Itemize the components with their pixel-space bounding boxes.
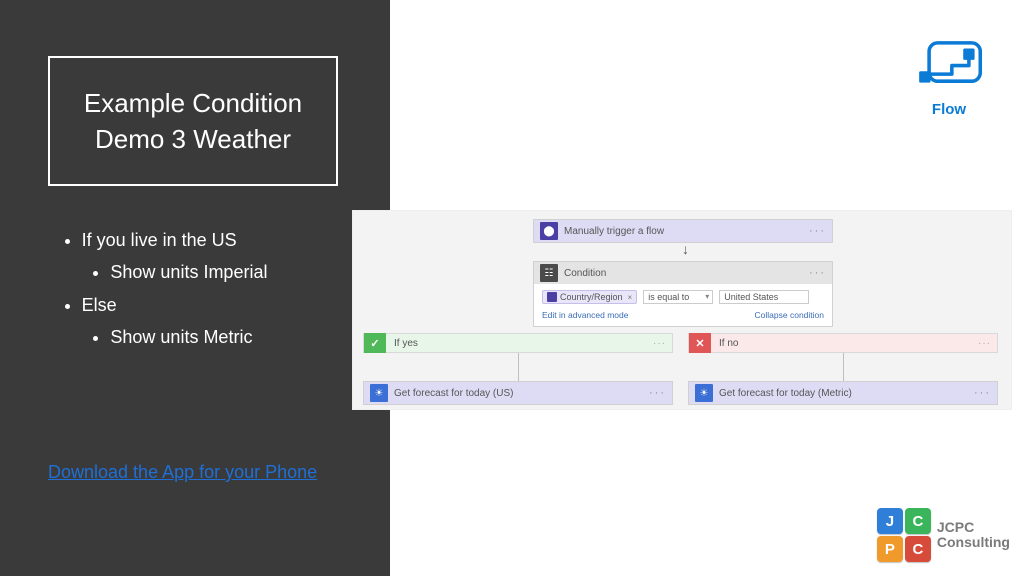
- if-yes-label: If yes: [386, 338, 653, 349]
- no-action-card[interactable]: ☀ Get forecast for today (Metric) ···: [688, 381, 998, 405]
- condition-title: Condition: [564, 268, 809, 279]
- jcpc-logo-text: JCPC Consulting: [937, 520, 1010, 549]
- yes-connector: [518, 353, 519, 381]
- bullet-2-text: Else: [82, 295, 117, 315]
- jcpc-tile-c1: C: [905, 508, 931, 534]
- bullet-1a: Show units Imperial: [110, 256, 267, 288]
- pill-remove-icon[interactable]: ×: [628, 293, 633, 302]
- no-action-title: Get forecast for today (Metric): [719, 388, 974, 399]
- if-no-menu[interactable]: ···: [978, 338, 997, 349]
- flow-designer-canvas: ⬤ Manually trigger a flow ··· ↓ ☷ Condit…: [352, 210, 1012, 410]
- connector-arrow-icon: ↓: [682, 241, 689, 257]
- slide: Example Condition Demo 3 Weather If you …: [0, 0, 1024, 576]
- yes-action-menu[interactable]: ···: [649, 387, 666, 399]
- left-panel: Example Condition Demo 3 Weather If you …: [0, 0, 390, 576]
- pill-label: Country/Region: [560, 292, 623, 302]
- trigger-card[interactable]: ⬤ Manually trigger a flow ···: [533, 219, 833, 243]
- weather-icon: ☀: [370, 384, 388, 402]
- if-yes-menu[interactable]: ···: [653, 338, 672, 349]
- condition-menu[interactable]: ···: [809, 267, 826, 279]
- bullet-2a: Show units Metric: [110, 321, 267, 353]
- jcpc-logo-grid: J C P C: [877, 508, 931, 562]
- trigger-icon: ⬤: [540, 222, 558, 240]
- check-icon: ✓: [364, 333, 386, 353]
- jcpc-tile-j: J: [877, 508, 903, 534]
- no-action-menu[interactable]: ···: [974, 387, 991, 399]
- jcpc-line1: JCPC: [937, 520, 1010, 535]
- jcpc-line2: Consulting: [937, 535, 1010, 550]
- if-no-header[interactable]: ✕ If no ···: [688, 333, 998, 353]
- collapse-condition-link[interactable]: Collapse condition: [755, 310, 824, 320]
- jcpc-tile-p: P: [877, 536, 903, 562]
- if-no-label: If no: [711, 338, 978, 349]
- slide-bullets: If you live in the US Show units Imperia…: [60, 224, 267, 354]
- condition-value-input[interactable]: United States: [719, 290, 809, 304]
- flow-logo: Flow: [910, 40, 988, 118]
- trigger-title: Manually trigger a flow: [564, 226, 809, 237]
- bullet-1-text: If you live in the US: [82, 230, 237, 250]
- yes-action-title: Get forecast for today (US): [394, 388, 649, 399]
- download-app-link[interactable]: Download the App for your Phone: [48, 462, 317, 483]
- weather-icon: ☀: [695, 384, 713, 402]
- jcpc-logo: J C P C JCPC Consulting: [877, 508, 1010, 562]
- condition-field-pill[interactable]: Country/Region ×: [542, 290, 637, 304]
- cross-icon: ✕: [689, 333, 711, 353]
- bullet-1: If you live in the US Show units Imperia…: [82, 224, 268, 289]
- condition-operator-select[interactable]: is equal to: [643, 290, 713, 304]
- bullet-2: Else Show units Metric: [82, 289, 268, 354]
- condition-card[interactable]: ☷ Condition ··· Country/Region × is equa…: [533, 261, 833, 327]
- condition-icon: ☷: [540, 264, 558, 282]
- yes-action-card[interactable]: ☀ Get forecast for today (US) ···: [363, 381, 673, 405]
- flow-logo-label: Flow: [910, 101, 988, 118]
- pill-icon: [547, 292, 557, 302]
- if-yes-header[interactable]: ✓ If yes ···: [363, 333, 673, 353]
- flow-icon: [913, 40, 985, 94]
- jcpc-tile-c2: C: [905, 536, 931, 562]
- edit-advanced-link[interactable]: Edit in advanced mode: [542, 310, 628, 320]
- slide-title: Example Condition Demo 3 Weather: [48, 56, 338, 186]
- trigger-menu[interactable]: ···: [809, 225, 826, 237]
- no-connector: [843, 353, 844, 381]
